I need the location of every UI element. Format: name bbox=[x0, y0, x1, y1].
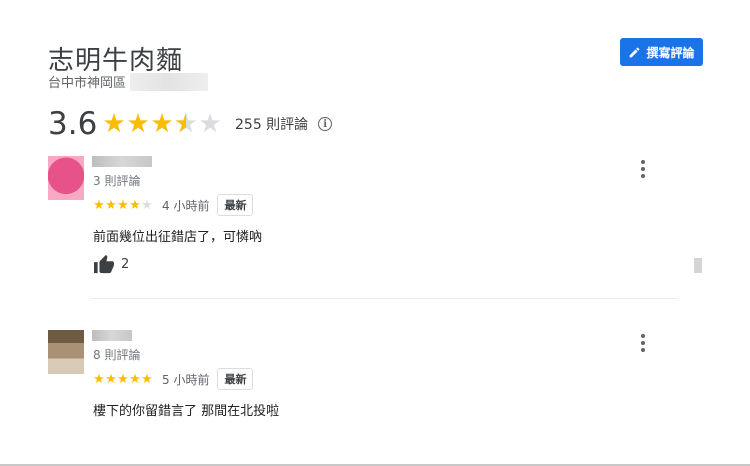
star-icon: ★ bbox=[129, 197, 141, 213]
info-icon[interactable]: i bbox=[318, 117, 333, 131]
review-time: 4 小時前 bbox=[162, 198, 210, 213]
star-icon: ★ bbox=[129, 371, 141, 387]
reviewer-review-count: 8 則評論 bbox=[93, 348, 141, 362]
more-options-icon[interactable] bbox=[638, 334, 648, 352]
star-icon: ★ bbox=[117, 371, 129, 387]
new-badge: 最新 bbox=[217, 194, 254, 216]
star-icon: ★ bbox=[117, 197, 129, 213]
review-item: 3 則評論 ★ ★ ★ ★ ★ 4 小時前 最新 前面幾位出征錯店了，可憐吶 2 bbox=[48, 154, 688, 274]
rating-stars: ★ ★ ★ ★ ★ bbox=[102, 111, 222, 137]
star-icon: ★ bbox=[93, 371, 105, 387]
reviewer-name-redacted[interactable] bbox=[92, 330, 132, 341]
star-icon: ★ bbox=[105, 371, 117, 387]
reviewer-name-redacted[interactable] bbox=[92, 156, 152, 167]
address-redacted bbox=[130, 72, 209, 91]
address-text: 台中市神岡區 bbox=[48, 76, 127, 91]
place-address: 台中市神岡區 bbox=[48, 72, 209, 91]
review-item: 8 則評論 ★ ★ ★ ★ ★ 5 小時前 最新 樓下的你留錯言了 那間在北投啦 bbox=[48, 328, 688, 428]
empty-star-icon: ★ bbox=[198, 109, 222, 139]
star-icon: ★ bbox=[150, 109, 174, 139]
review-text: 前面幾位出征錯店了，可憐吶 bbox=[93, 230, 263, 245]
star-icon: ★ bbox=[93, 197, 105, 213]
empty-star-icon: ★ bbox=[141, 197, 153, 213]
more-options-icon[interactable] bbox=[638, 160, 648, 178]
write-review-button[interactable]: 撰寫評論 bbox=[620, 38, 703, 66]
review-meta: ★ ★ ★ ★ ★ 5 小時前 最新 bbox=[93, 368, 254, 390]
like-row: 2 bbox=[93, 254, 129, 274]
rating-summary: 3.6 ★ ★ ★ ★ ★ 255 則評論 i bbox=[48, 104, 333, 144]
new-badge: 最新 bbox=[217, 368, 254, 390]
half-star-icon: ★ bbox=[174, 111, 198, 137]
write-review-label: 撰寫評論 bbox=[646, 45, 695, 60]
star-icon: ★ bbox=[126, 109, 150, 139]
thumbs-up-icon[interactable] bbox=[93, 254, 115, 274]
pencil-icon bbox=[630, 47, 640, 57]
avatar[interactable] bbox=[48, 330, 84, 374]
avatar[interactable] bbox=[48, 156, 84, 200]
review-stars: ★ ★ ★ ★ ★ bbox=[93, 199, 153, 212]
star-icon: ★ bbox=[102, 109, 126, 139]
review-time: 5 小時前 bbox=[162, 372, 210, 387]
review-meta: ★ ★ ★ ★ ★ 4 小時前 最新 bbox=[93, 194, 254, 216]
review-stars: ★ ★ ★ ★ ★ bbox=[93, 373, 153, 386]
like-count: 2 bbox=[121, 256, 130, 272]
reviewer-review-count: 3 則評論 bbox=[93, 174, 141, 188]
scrollbar-thumb[interactable] bbox=[694, 258, 702, 273]
review-text: 樓下的你留錯言了 那間在北投啦 bbox=[93, 404, 280, 419]
star-icon: ★ bbox=[141, 371, 153, 387]
review-divider bbox=[90, 298, 678, 299]
star-icon: ★ bbox=[105, 197, 117, 213]
rating-value: 3.6 bbox=[48, 106, 98, 142]
review-count[interactable]: 255 則評論 bbox=[235, 114, 308, 134]
